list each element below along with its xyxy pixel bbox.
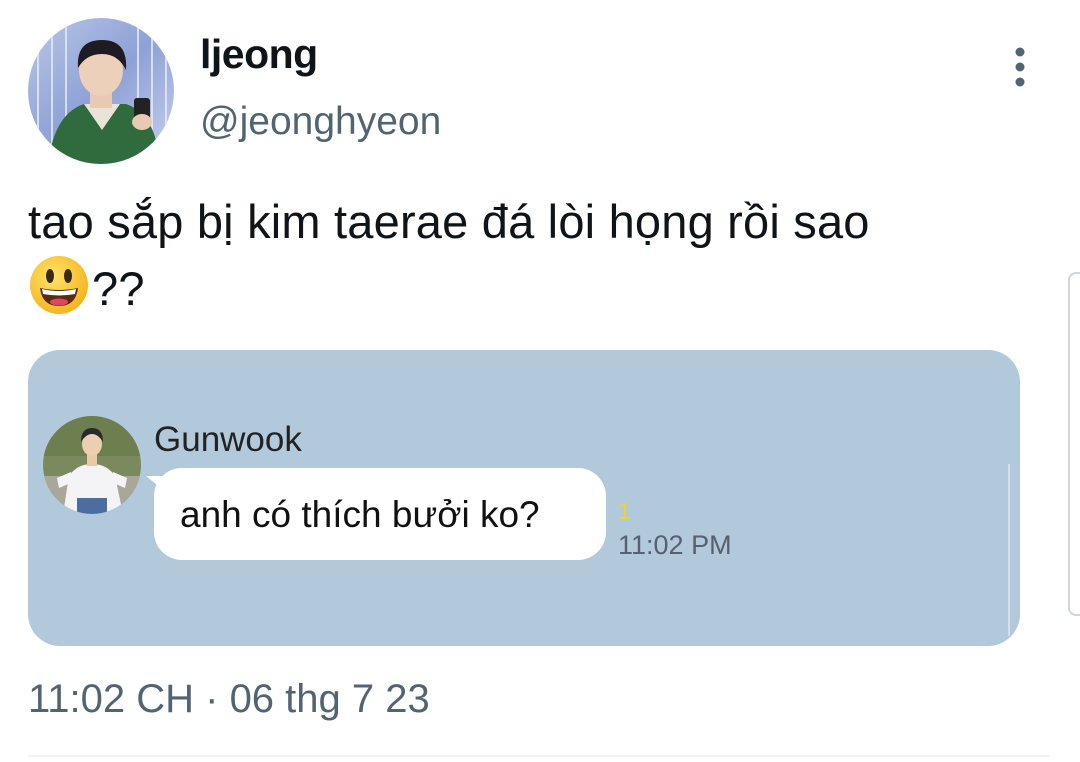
- more-options-button[interactable]: [1000, 42, 1040, 92]
- chat-message-bubble: anh có thích bưởi ko?: [154, 468, 606, 560]
- chat-sender-avatar: [43, 416, 141, 514]
- tweet-media-image[interactable]: Gunwook anh có thích bưởi ko? 1 11:02 PM: [28, 350, 1020, 646]
- tweet-text: tao sắp bị kim taerae đá lòi họng rồi sa…: [28, 190, 1038, 321]
- author-avatar[interactable]: [28, 18, 174, 164]
- chat-message-time: 11:02 PM: [618, 530, 732, 560]
- tweet-timestamp[interactable]: 11:02 CH · 06 thg 7 23: [28, 677, 430, 722]
- tweet-text-line-2: ??: [28, 254, 1038, 321]
- divider: [28, 755, 1050, 757]
- author-display-name[interactable]: ljeong: [200, 31, 318, 78]
- tweet-text-line-2-suffix: ??: [92, 262, 145, 315]
- tweet-text-line-1: tao sắp bị kim taerae đá lòi họng rồi sa…: [28, 195, 870, 248]
- chat-sender-name: Gunwook: [154, 420, 302, 459]
- page-scrollbar[interactable]: [1068, 272, 1080, 616]
- chat-unread-count: 1: [618, 498, 631, 524]
- more-vertical-icon: [1015, 47, 1025, 87]
- grinning-face-emoji-icon: [28, 254, 90, 316]
- author-handle[interactable]: @jeonghyeon: [200, 100, 441, 144]
- chat-scrollbar: [1008, 464, 1020, 636]
- chat-message-text: anh có thích bưởi ko?: [180, 494, 540, 535]
